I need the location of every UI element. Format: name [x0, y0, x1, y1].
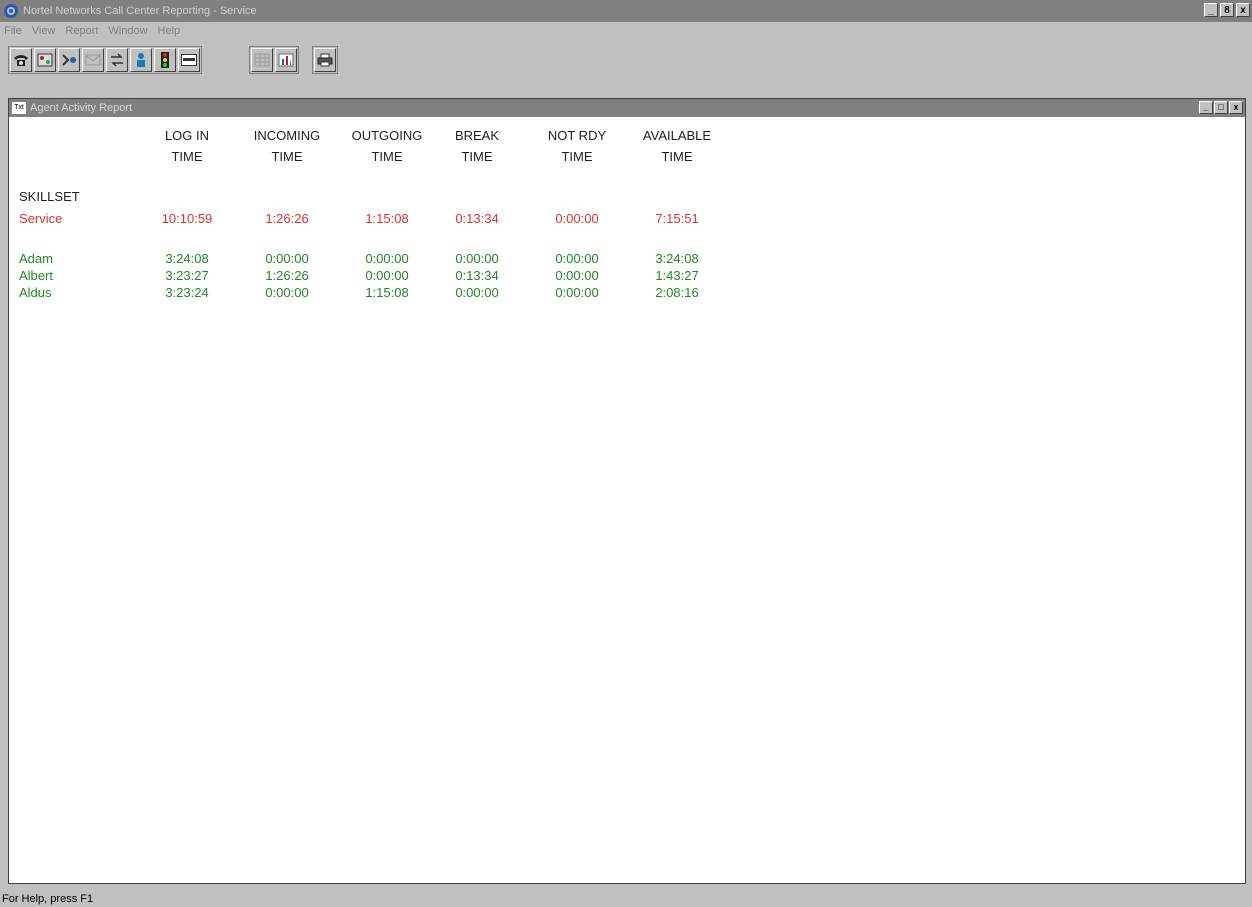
agent-outgoing-time: 0:00:00	[365, 251, 409, 266]
agent-incoming-time: 0:00:00	[265, 251, 309, 266]
agent-log-in-time: 3:23:24	[165, 285, 209, 300]
menu-file[interactable]: File	[0, 25, 28, 37]
agent-break-time: 0:00:00	[455, 251, 499, 266]
transfer-icon[interactable]	[106, 48, 128, 72]
status-bar: For Help, press F1	[0, 890, 1252, 907]
skillset-icon[interactable]	[58, 48, 80, 72]
grid-icon[interactable]	[251, 48, 273, 72]
text-report-icon: Txt	[12, 102, 26, 114]
id-card-icon[interactable]	[178, 48, 200, 72]
skillset-not-rdy-time: 0:00:00	[555, 211, 599, 226]
agent-not-rdy-time: 0:00:00	[555, 268, 599, 283]
person-icon[interactable]	[130, 48, 152, 72]
agent-available-time: 1:43:27	[655, 268, 699, 283]
menu-help[interactable]: Help	[154, 25, 187, 37]
column-header-break: BREAK TIME	[454, 128, 500, 164]
skillset-section-label: SKILLSET	[19, 189, 80, 204]
column-header-log-in: LOG IN TIME	[164, 128, 210, 164]
agent-incoming-time: 0:00:00	[265, 285, 309, 300]
column-header-outgoing: OUTGOING TIME	[351, 128, 423, 164]
menu-window[interactable]: Window	[104, 25, 153, 37]
column-header-available: AVAILABLE TIME	[642, 128, 712, 164]
agent-activity-report-window: Txt Agent Activity Report _ □ x LOG IN TI…	[8, 98, 1246, 884]
report-maximize-button[interactable]: □	[1214, 101, 1228, 114]
agent-outgoing-time: 1:15:08	[365, 285, 409, 300]
chart-icon[interactable]	[275, 48, 297, 72]
agent-row-name: Adam	[19, 251, 53, 266]
skillset-outgoing-time: 1:15:08	[365, 211, 409, 226]
telephone-icon[interactable]	[10, 48, 32, 72]
skillset-incoming-time: 1:26:26	[265, 211, 309, 226]
agent-incoming-time: 1:26:26	[265, 268, 309, 283]
menu-report[interactable]: Report	[61, 25, 104, 37]
agent-log-in-time: 3:23:27	[165, 268, 209, 283]
toolbar-group-report	[249, 46, 299, 74]
agent-row-name: Albert	[19, 268, 53, 283]
toolbar-group-views	[8, 46, 202, 74]
report-window-title: Agent Activity Report	[30, 102, 133, 114]
minimize-button[interactable]: _	[1204, 3, 1218, 17]
agent-break-time: 0:13:34	[455, 268, 499, 283]
agent-log-in-time: 3:24:08	[165, 251, 209, 266]
agent-outgoing-time: 0:00:00	[365, 268, 409, 283]
restore-button[interactable]: 8	[1220, 3, 1234, 17]
skillset-row-name: Service	[19, 211, 63, 226]
agent-available-time: 3:24:08	[655, 251, 699, 266]
report-body: LOG IN TIME INCOMING TIME OUTGOING TIME BRE…	[9, 117, 1245, 883]
column-header-not-rdy: NOT RDY TIME	[547, 128, 607, 164]
agent-not-rdy-time: 0:00:00	[555, 285, 599, 300]
agent-map-icon[interactable]	[34, 48, 56, 72]
menu-view[interactable]: View	[28, 25, 62, 37]
agent-break-time: 0:00:00	[455, 285, 499, 300]
toolbar	[0, 40, 1252, 92]
status-text: For Help, press F1	[2, 892, 94, 905]
close-button[interactable]: x	[1236, 3, 1250, 17]
report-close-button[interactable]: x	[1229, 101, 1243, 114]
print-icon[interactable]	[314, 48, 336, 72]
report-minimize-button[interactable]: _	[1199, 101, 1213, 114]
skillset-log-in-time: 10:10:59	[161, 211, 213, 226]
mail-icon[interactable]	[82, 48, 104, 72]
agent-not-rdy-time: 0:00:00	[555, 251, 599, 266]
skillset-available-time: 7:15:51	[655, 211, 699, 226]
report-title-bar[interactable]: Txt Agent Activity Report _ □ x	[9, 99, 1245, 117]
app-title-bar[interactable]: Nortel Networks Call Center Reporting - …	[0, 0, 1252, 22]
toolbar-group-print	[312, 46, 338, 74]
agent-available-time: 2:08:16	[655, 285, 699, 300]
menu-bar: File View Report Window Help	[0, 22, 1252, 40]
traffic-light-icon[interactable]	[154, 48, 176, 72]
column-header-incoming: INCOMING TIME	[253, 128, 321, 164]
app-title: Nortel Networks Call Center Reporting - …	[23, 5, 257, 17]
skillset-break-time: 0:13:34	[455, 211, 499, 226]
app-logo-icon	[2, 2, 20, 20]
agent-row-name: Aldus	[19, 285, 52, 300]
